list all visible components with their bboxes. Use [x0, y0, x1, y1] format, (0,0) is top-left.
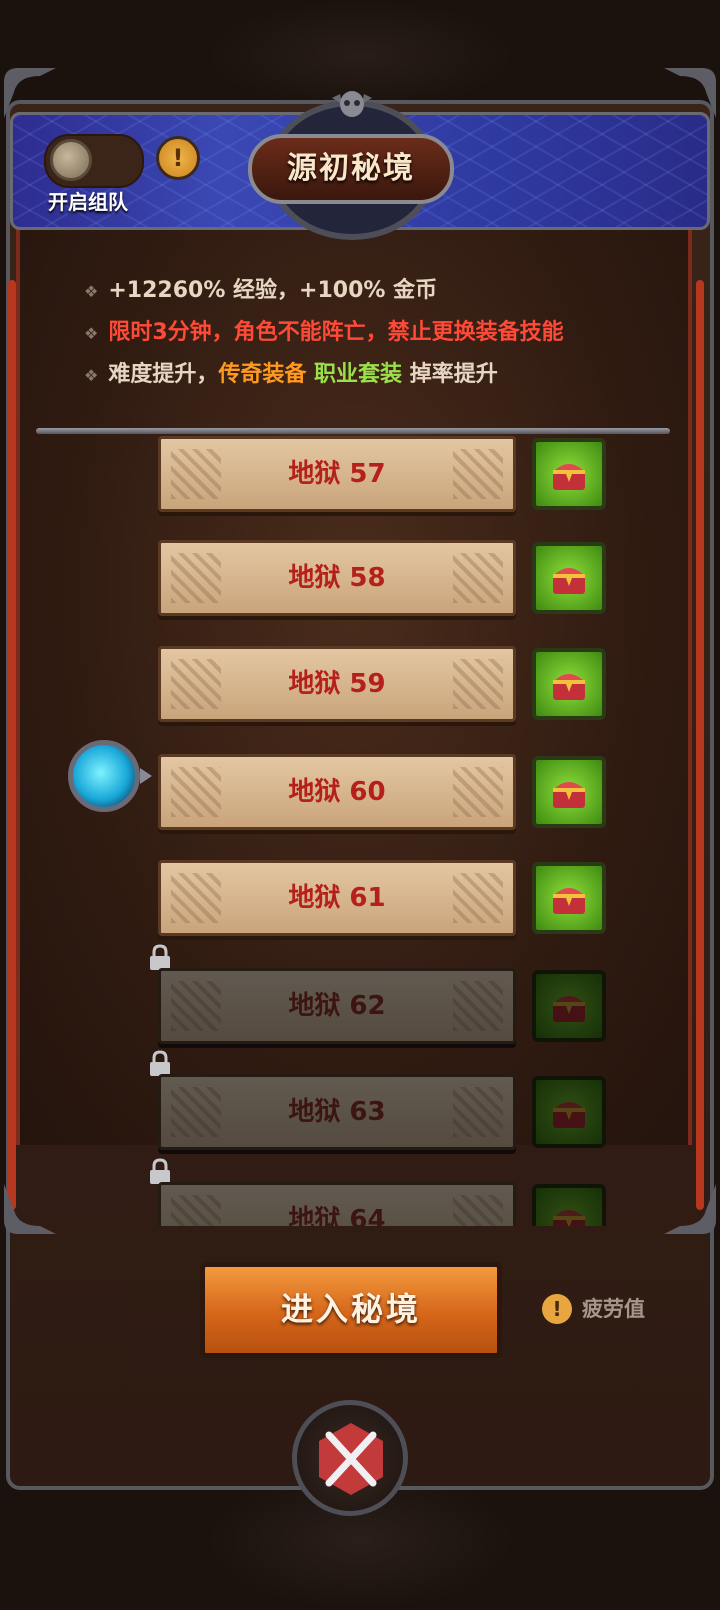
- reward-chest-button[interactable]: [532, 970, 606, 1042]
- level-plate[interactable]: 地狱 60: [158, 754, 516, 830]
- level-label: 地狱 58: [288, 563, 386, 593]
- level-label: 地狱 57: [288, 459, 386, 489]
- level-label: 地狱 61: [288, 883, 386, 913]
- portal-orb-icon: [68, 740, 140, 812]
- level-label: 地狱 60: [288, 777, 386, 807]
- rule-text: 限时3分钟，角色不能阵亡，禁止更换装备技能: [108, 320, 564, 345]
- page-title: 源初秘境: [248, 134, 454, 204]
- close-button[interactable]: [292, 1400, 408, 1516]
- reward-chest-button[interactable]: [532, 438, 606, 510]
- level-row[interactable]: 地狱 59: [20, 646, 700, 736]
- level-label: 地狱 59: [288, 669, 386, 699]
- rule-info-line: ❖ 限时3分钟，角色不能阵亡，禁止更换装备技能: [84, 314, 564, 346]
- drop-suffix: 掉率提升: [409, 362, 498, 387]
- reward-chest-button[interactable]: [532, 862, 606, 934]
- section-divider: [36, 428, 670, 434]
- level-plate[interactable]: 地狱 62: [158, 968, 516, 1044]
- reward-chest-button[interactable]: [532, 1184, 606, 1226]
- level-plate[interactable]: 地狱 59: [158, 646, 516, 722]
- toggle-knob: [50, 139, 92, 181]
- reward-chest-button[interactable]: [532, 648, 606, 720]
- treasure-chest-icon: [553, 1102, 585, 1128]
- corner-ornament-icon: [4, 1184, 56, 1234]
- level-label: 地狱 63: [288, 1097, 386, 1127]
- diamond-bullet-icon: ❖: [84, 324, 99, 343]
- team-toggle[interactable]: [44, 134, 144, 188]
- fatigue-label[interactable]: 疲劳值: [582, 1294, 645, 1324]
- level-row-locked[interactable]: 地狱 62: [20, 944, 700, 1058]
- diamond-bullet-icon: ❖: [84, 282, 99, 301]
- info-exclamation-icon[interactable]: !: [156, 136, 200, 180]
- level-row-locked[interactable]: 地狱 64: [20, 1158, 700, 1226]
- class-set-text: 职业套装: [314, 362, 403, 387]
- pointer-arrow-icon: [140, 768, 152, 784]
- treasure-chest-icon: [553, 1210, 585, 1226]
- skull-icon: [332, 91, 372, 117]
- reward-chest-button[interactable]: [532, 542, 606, 614]
- drop-info-line: ❖ 难度提升，传奇装备 职业套装 掉率提升: [84, 356, 498, 388]
- treasure-chest-icon: [553, 996, 585, 1022]
- bonus-info-line: ❖ +12260% 经验，+100% 金币: [84, 272, 437, 304]
- level-row[interactable]: 地狱 61: [20, 860, 700, 950]
- bonus-text: +12260% 经验，+100% 金币: [108, 278, 438, 303]
- level-row-locked[interactable]: 地狱 63: [20, 1050, 700, 1164]
- corner-ornament-icon: [4, 68, 56, 118]
- level-plate[interactable]: 地狱 57: [158, 436, 516, 512]
- level-plate[interactable]: 地狱 61: [158, 860, 516, 936]
- legendary-gear-text: 传奇装备: [218, 362, 307, 387]
- level-row[interactable]: 地狱 57: [20, 436, 700, 526]
- level-row[interactable]: 地狱 58: [20, 540, 700, 630]
- treasure-chest-icon: [553, 782, 585, 808]
- enter-dungeon-button[interactable]: 进入秘境: [200, 1262, 502, 1358]
- treasure-chest-icon: [553, 888, 585, 914]
- level-plate[interactable]: 地狱 63: [158, 1074, 516, 1150]
- treasure-chest-icon: [553, 568, 585, 594]
- level-list[interactable]: 地狱 57 地狱 58 地狱 59 地狱 60 地狱 61 地狱 62 地狱 6…: [20, 436, 700, 1226]
- level-plate[interactable]: 地狱 58: [158, 540, 516, 616]
- diamond-bullet-icon: ❖: [84, 366, 99, 385]
- level-label: 地狱 62: [288, 991, 386, 1021]
- fatigue-exclamation-icon[interactable]: !: [542, 1294, 572, 1324]
- crossed-swords-close-icon: [319, 1423, 383, 1495]
- level-plate[interactable]: 地狱 64: [158, 1182, 516, 1226]
- drop-prefix: 难度提升，: [108, 362, 219, 387]
- left-frame-bar: [8, 280, 16, 1210]
- corner-ornament-icon: [664, 1184, 716, 1234]
- corner-ornament-icon: [664, 68, 716, 118]
- reward-chest-button[interactable]: [532, 756, 606, 828]
- level-label: 地狱 64: [288, 1205, 386, 1226]
- reward-chest-button[interactable]: [532, 1076, 606, 1148]
- team-toggle-label: 开启组队: [48, 190, 128, 214]
- treasure-chest-icon: [553, 464, 585, 490]
- level-row-current[interactable]: 地狱 60: [20, 740, 700, 844]
- treasure-chest-icon: [553, 674, 585, 700]
